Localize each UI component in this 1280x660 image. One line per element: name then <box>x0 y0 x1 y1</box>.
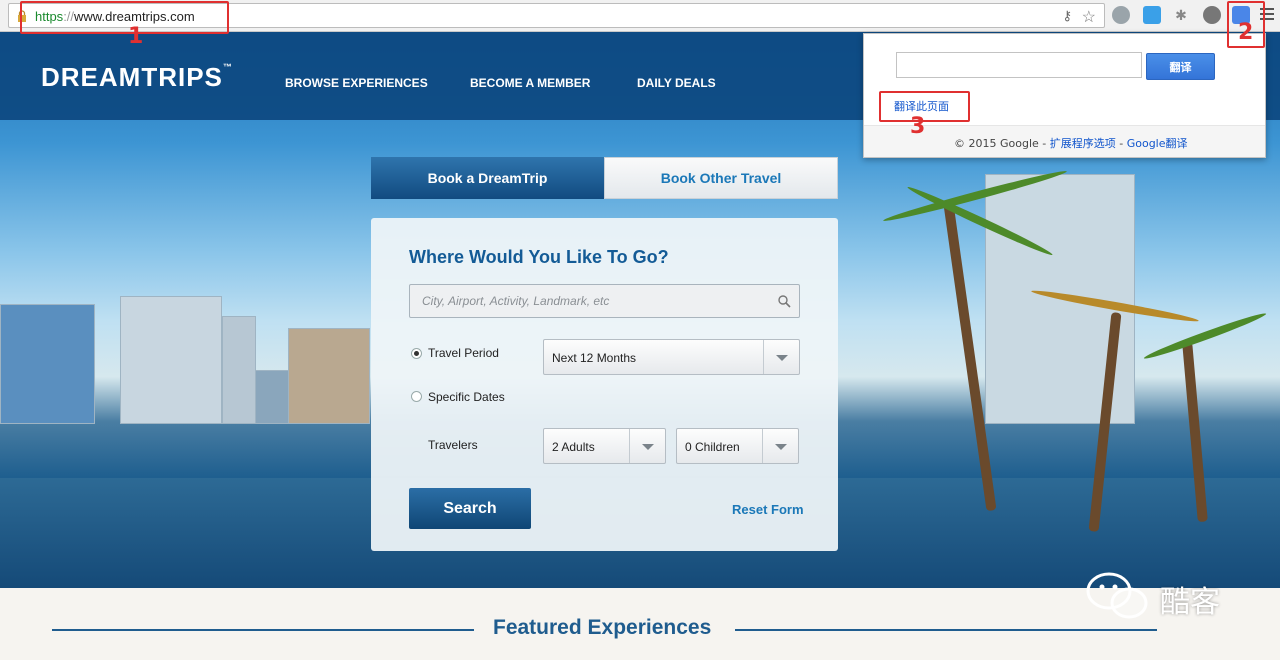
chevron-down-icon <box>629 429 665 463</box>
chevron-down-icon <box>762 429 798 463</box>
annotation-box-url <box>20 1 229 34</box>
skyline-building <box>288 328 370 424</box>
annotation-number-2: 2 <box>1238 20 1254 45</box>
bookmark-star-icon[interactable]: ☆ <box>1082 7 1096 27</box>
travelers-label: Travelers <box>428 438 478 452</box>
children-value: 0 Children <box>685 440 740 454</box>
booking-tabs: Book a DreamTrip Book Other Travel <box>371 157 838 199</box>
divider-line <box>735 629 1157 631</box>
tab-book-dreamtrip[interactable]: Book a DreamTrip <box>371 157 604 199</box>
children-select[interactable]: 0 Children <box>676 428 799 464</box>
extension-options-link[interactable]: 扩展程序选项 <box>1050 137 1116 150</box>
skyline-building <box>120 296 222 424</box>
footer-text: © 2015 Google - 扩展程序选项 - Google翻译 <box>954 135 1188 151</box>
key-icon[interactable]: ⚷ <box>1062 8 1072 24</box>
skyline-building <box>222 316 256 424</box>
destination-search-input[interactable] <box>410 285 770 317</box>
nav-browse-experiences[interactable]: BROWSE EXPERIENCES <box>285 76 428 90</box>
wechat-watermark: 酷客 <box>1085 569 1245 625</box>
footer-dash: - <box>1115 137 1127 150</box>
search-icon[interactable] <box>777 294 791 308</box>
skyline-building <box>0 304 95 424</box>
travel-period-radio[interactable] <box>411 348 422 359</box>
google-translate-link[interactable]: Google翻译 <box>1127 137 1188 150</box>
footer-copyright: © 2015 Google - <box>954 137 1050 150</box>
chevron-down-icon <box>763 340 799 374</box>
specific-dates-radio[interactable] <box>411 391 422 402</box>
nav-become-member[interactable]: BECOME A MEMBER <box>470 76 590 90</box>
logo-trademark: ™ <box>222 62 233 72</box>
annotation-number-1: 1 <box>128 24 144 49</box>
site-logo[interactable]: DREAMTRIPS™ <box>41 62 233 93</box>
logo-text: DREAMTRIPS <box>41 62 223 92</box>
destination-search-field <box>409 284 800 318</box>
travel-period-label: Travel Period <box>428 346 499 360</box>
watermark-text: 酷客 <box>1160 585 1220 620</box>
tab-book-other-travel[interactable]: Book Other Travel <box>604 157 838 199</box>
circle-extension-icon[interactable] <box>1203 6 1221 24</box>
adults-value: 2 Adults <box>552 440 595 454</box>
translate-button[interactable]: 翻译 <box>1146 53 1215 80</box>
wechat-logo-icon <box>1086 572 1148 619</box>
globe-extension-icon[interactable] <box>1112 6 1130 24</box>
divider-line <box>52 629 474 631</box>
notes-extension-icon[interactable] <box>1143 6 1161 24</box>
travel-period-value: Next 12 Months <box>552 351 637 365</box>
reset-form-link[interactable]: Reset Form <box>732 502 804 517</box>
specific-dates-label: Specific Dates <box>428 390 505 404</box>
bluetooth-extension-icon[interactable]: ✱ <box>1172 6 1190 24</box>
adults-select[interactable]: 2 Adults <box>543 428 666 464</box>
booking-panel: Where Would You Like To Go? Travel Perio… <box>371 218 838 551</box>
booking-title: Where Would You Like To Go? <box>409 247 669 267</box>
palm-leaf <box>1142 310 1268 362</box>
nav-daily-deals[interactable]: DAILY DEALS <box>637 76 716 90</box>
search-button[interactable]: Search <box>409 488 531 529</box>
travel-period-select[interactable]: Next 12 Months <box>543 339 800 375</box>
annotation-number-3: 3 <box>910 114 926 139</box>
translate-text-input[interactable] <box>896 52 1142 78</box>
featured-title: Featured Experiences <box>493 616 712 639</box>
